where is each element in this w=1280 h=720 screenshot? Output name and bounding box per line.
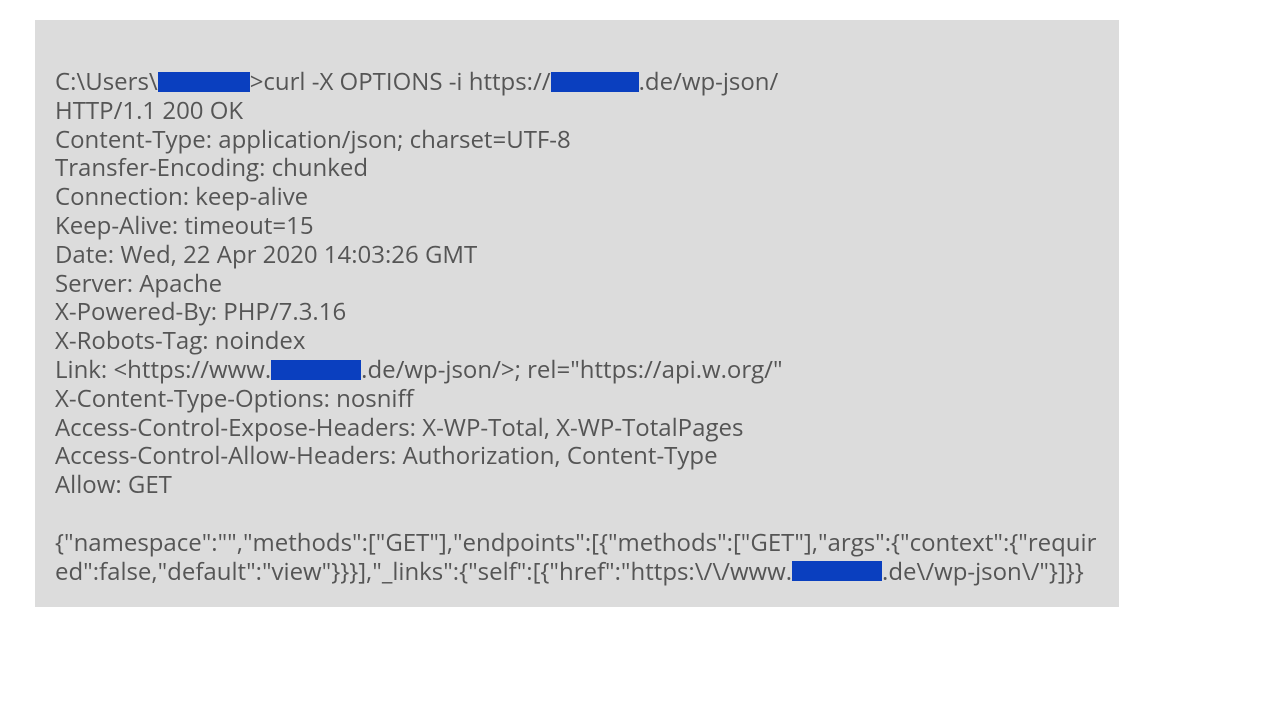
redaction-host1 xyxy=(551,72,639,92)
header-allow: Allow: GET xyxy=(55,471,1099,500)
header-link-suffix: .de/wp-json/>; rel="https://api.w.org/" xyxy=(361,353,782,386)
header-robots: X-Robots-Tag: noindex xyxy=(55,327,1099,356)
header-acah: Access-Control-Allow-Headers: Authorizat… xyxy=(55,442,1099,471)
header-date: Date: Wed, 22 Apr 2020 14:03:26 GMT xyxy=(55,241,1099,270)
header-connection: Connection: keep-alive xyxy=(55,183,1099,212)
header-content-type: Content-Type: application/json; charset=… xyxy=(55,126,1099,155)
redaction-host3 xyxy=(792,561,882,581)
redaction-username xyxy=(158,72,250,92)
header-link: Link: <https://www..de/wp-json/>; rel="h… xyxy=(55,356,1099,385)
blank-line xyxy=(55,500,1099,529)
header-server: Server: Apache xyxy=(55,270,1099,299)
command-suffix: .de/wp-json/ xyxy=(639,65,779,98)
header-aceh: Access-Control-Expose-Headers: X-WP-Tota… xyxy=(55,414,1099,443)
header-transfer-encoding: Transfer-Encoding: chunked xyxy=(55,154,1099,183)
body-part2: .de\/wp-json\/"}]}} xyxy=(882,555,1084,588)
header-status: HTTP/1.1 200 OK xyxy=(55,97,1099,126)
header-keep-alive: Keep-Alive: timeout=15 xyxy=(55,212,1099,241)
command-line: C:\Users\>curl -X OPTIONS -i https://.de… xyxy=(55,68,1099,97)
command-mid: >curl -X OPTIONS -i https:// xyxy=(250,65,551,98)
terminal-output: C:\Users\>curl -X OPTIONS -i https://.de… xyxy=(35,20,1119,607)
header-xcto: X-Content-Type-Options: nosniff xyxy=(55,385,1099,414)
redaction-host2 xyxy=(271,360,361,380)
header-powered-by: X-Powered-By: PHP/7.3.16 xyxy=(55,298,1099,327)
response-body: {"namespace":"","methods":["GET"],"endpo… xyxy=(55,529,1099,587)
